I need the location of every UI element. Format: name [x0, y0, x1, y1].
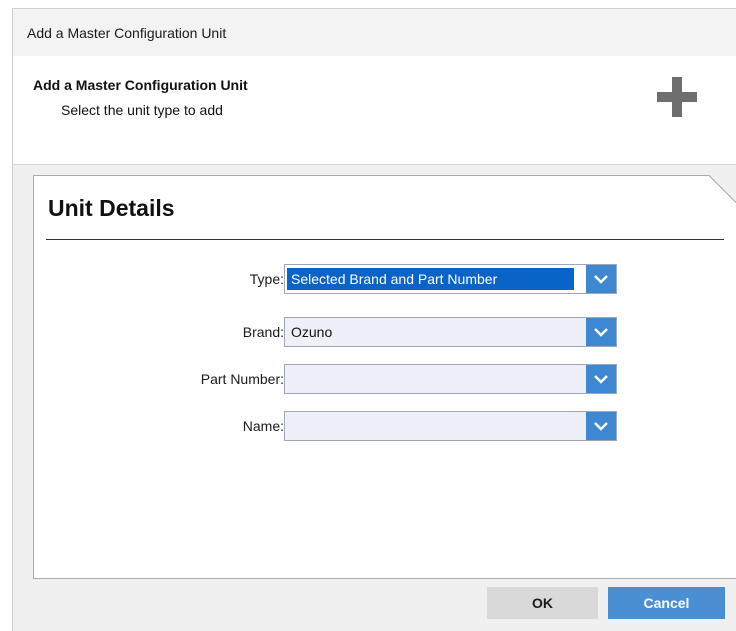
brand-select[interactable]: Ozuno — [284, 317, 617, 347]
part-number-dropdown-button[interactable] — [586, 365, 616, 393]
name-select[interactable] — [284, 411, 617, 441]
part-number-row: Part Number: — [34, 364, 734, 394]
chevron-down-icon — [594, 422, 608, 431]
brand-dropdown-button[interactable] — [586, 318, 616, 346]
name-label: Name: — [242, 418, 284, 434]
unit-details-panel: Unit Details Type: Selected Brand and Pa… — [33, 175, 736, 579]
chevron-down-icon — [594, 328, 608, 337]
header-subtitle: Select the unit type to add — [61, 102, 223, 118]
brand-value: Ozuno — [291, 324, 333, 340]
add-unit-dialog: Add a Master Configuration Unit Add a Ma… — [12, 8, 736, 631]
ok-button[interactable]: OK — [487, 587, 598, 619]
type-label: Type: — [249, 271, 284, 287]
cancel-button[interactable]: Cancel — [608, 587, 725, 619]
type-select[interactable]: Selected Brand and Part Number — [284, 264, 617, 294]
brand-label: Brand: — [242, 324, 284, 340]
type-dropdown-button[interactable] — [586, 265, 616, 293]
section-title: Unit Details — [48, 195, 175, 221]
type-row: Type: Selected Brand and Part Number — [34, 264, 734, 294]
name-row: Name: — [34, 411, 734, 441]
chevron-down-icon — [594, 275, 608, 284]
chevron-down-icon — [594, 375, 608, 384]
type-value: Selected Brand and Part Number — [287, 268, 574, 290]
plus-icon — [657, 77, 697, 117]
section-divider — [46, 239, 724, 240]
part-number-select[interactable] — [284, 364, 617, 394]
part-number-label: Part Number: — [200, 371, 284, 387]
header-title: Add a Master Configuration Unit — [33, 77, 248, 93]
title-bar: Add a Master Configuration Unit — [13, 9, 736, 56]
window-title: Add a Master Configuration Unit — [27, 25, 227, 41]
name-dropdown-button[interactable] — [586, 412, 616, 440]
brand-row: Brand: Ozuno — [34, 317, 734, 347]
dialog-header: Add a Master Configuration Unit Select t… — [13, 56, 736, 165]
